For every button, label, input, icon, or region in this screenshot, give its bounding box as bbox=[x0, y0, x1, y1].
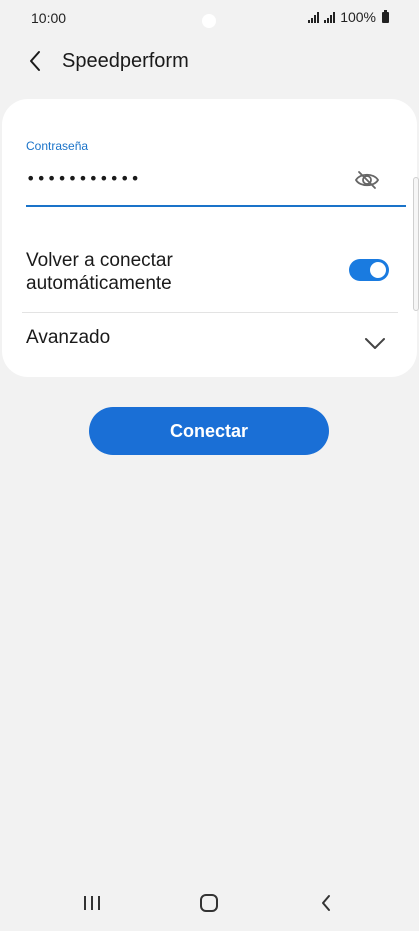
recents-button[interactable] bbox=[72, 883, 112, 923]
signal-icon bbox=[324, 11, 336, 23]
back-arrow-icon bbox=[30, 51, 40, 71]
home-button[interactable] bbox=[189, 883, 229, 923]
connect-button[interactable]: Conectar bbox=[89, 407, 329, 455]
page-title: Speedperform bbox=[62, 50, 189, 72]
advanced-label: Avanzado bbox=[26, 327, 111, 348]
auto-reconnect-row[interactable]: Volver a conectar automáticamente bbox=[26, 249, 396, 299]
password-label: Contraseña bbox=[26, 139, 89, 153]
home-icon bbox=[200, 894, 218, 912]
back-icon bbox=[322, 895, 330, 911]
eye-off-icon bbox=[354, 171, 380, 189]
status-time: 10:00 bbox=[31, 10, 67, 26]
battery-percent: 100% bbox=[340, 9, 376, 25]
toggle-knob bbox=[368, 260, 388, 280]
status-indicators: 100% bbox=[308, 9, 389, 25]
recents-icon bbox=[84, 896, 100, 910]
auto-reconnect-toggle[interactable] bbox=[349, 259, 389, 281]
app-header: Speedperform bbox=[0, 42, 419, 82]
signal-icon bbox=[308, 11, 320, 23]
nav-back-button[interactable] bbox=[306, 883, 346, 923]
navigation-bar bbox=[0, 875, 419, 931]
advanced-row[interactable]: Avanzado bbox=[26, 327, 396, 359]
password-input[interactable] bbox=[26, 163, 336, 193]
settings-card: Contraseña Volver a conectar automáticam… bbox=[2, 99, 419, 377]
battery-icon bbox=[382, 9, 389, 23]
auto-reconnect-label: Volver a conectar automáticamente bbox=[26, 250, 173, 294]
back-button[interactable] bbox=[20, 46, 50, 76]
toggle-password-visibility-button[interactable] bbox=[352, 167, 382, 193]
chevron-down-icon bbox=[365, 338, 385, 349]
status-bar: 10:00 100% bbox=[0, 0, 419, 38]
password-underline bbox=[26, 205, 406, 207]
front-camera bbox=[202, 14, 216, 28]
scroll-handle[interactable] bbox=[413, 177, 419, 311]
divider bbox=[22, 312, 398, 313]
